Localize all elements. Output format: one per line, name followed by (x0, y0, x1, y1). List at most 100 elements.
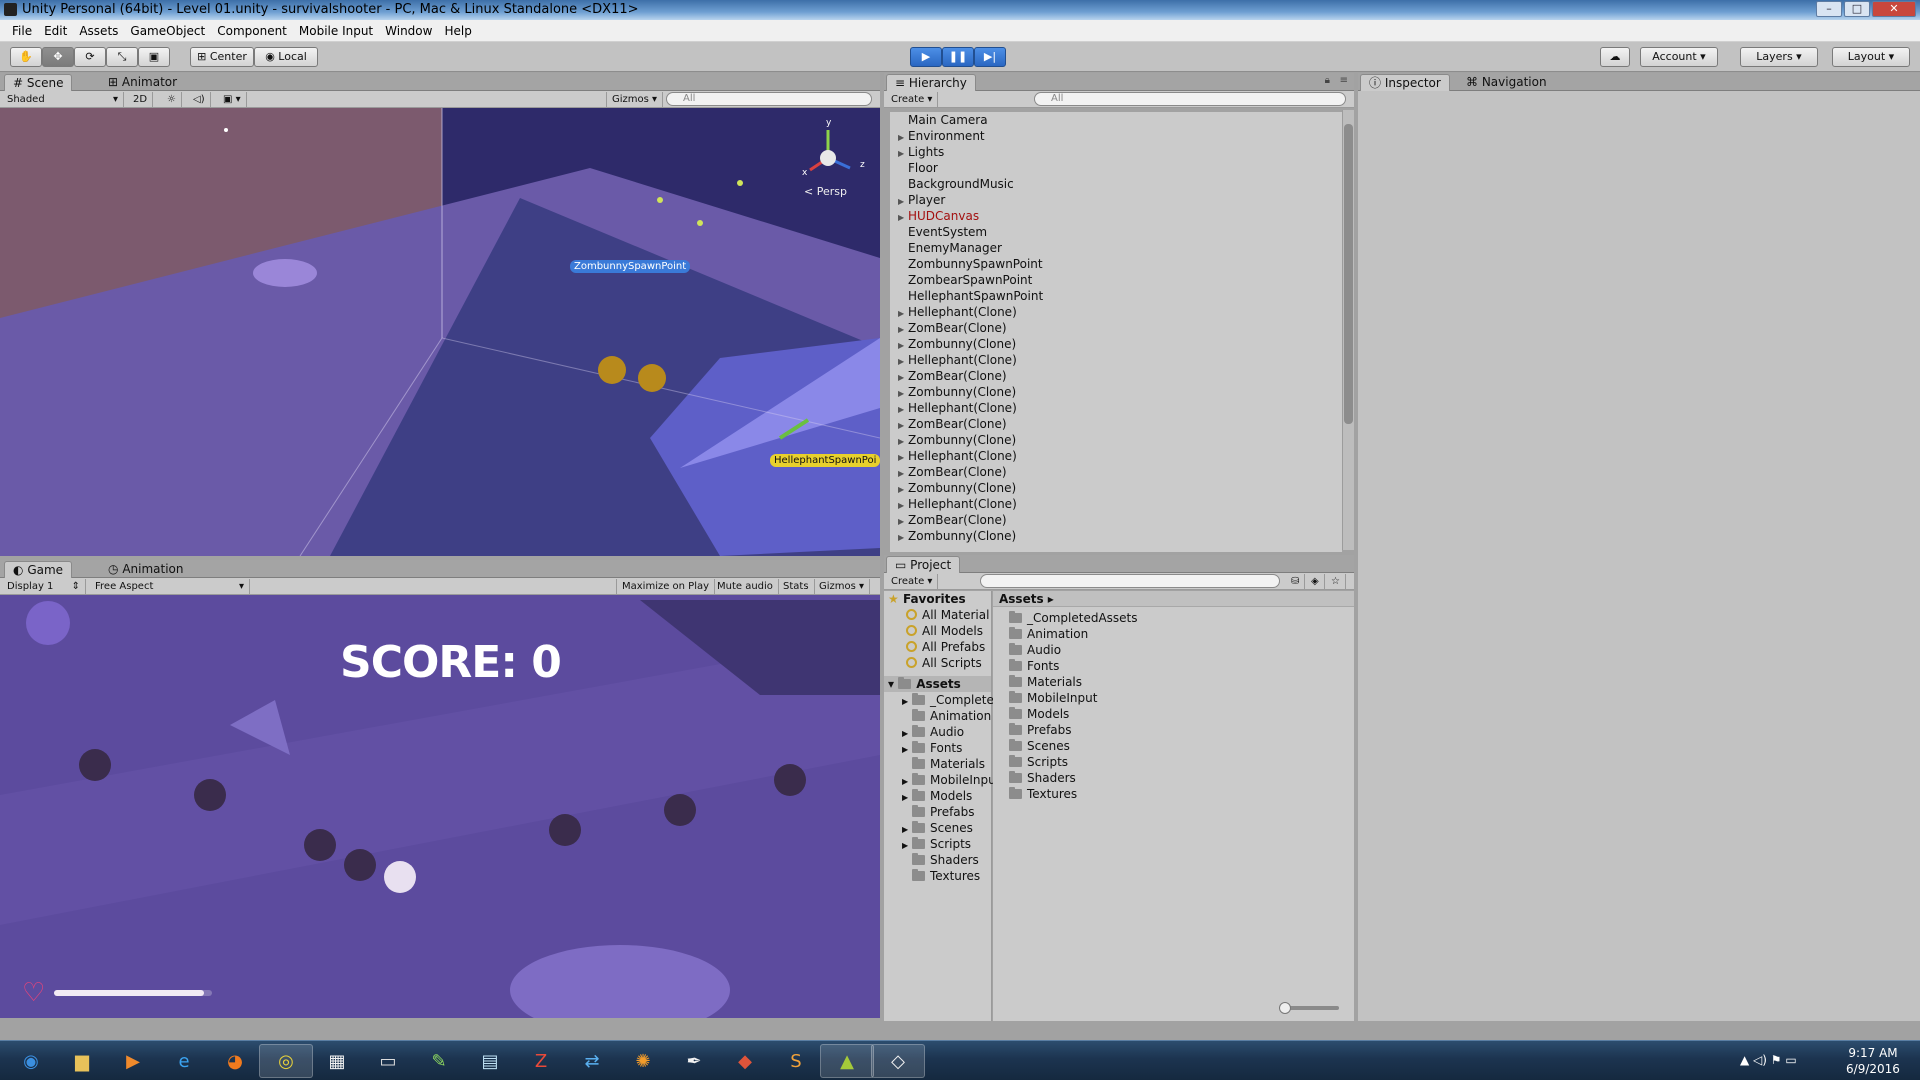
hellephant-spawn-label[interactable]: HellephantSpawnPoi (770, 454, 880, 467)
tab-project[interactable]: ▭ Project (886, 556, 961, 573)
scene-search-input[interactable]: All (666, 92, 872, 106)
menu-gameobject[interactable]: GameObject (124, 24, 211, 38)
layers-dropdown[interactable]: Layers ▾ (1740, 47, 1818, 67)
game-gizmos-dropdown[interactable]: Gizmos ▾ (814, 579, 871, 594)
panel-menu-icon[interactable]: ≡ (1340, 75, 1348, 86)
unity-icon[interactable]: ◇ (871, 1044, 925, 1078)
display-dropdown[interactable]: Display 1 ⇕ (2, 579, 86, 594)
hierarchy-item[interactable]: ▶ ZomBear(Clone) (890, 512, 1342, 528)
hierarchy-item[interactable]: Floor (890, 160, 1342, 176)
menu-file[interactable]: File (6, 24, 38, 38)
hierarchy-item[interactable]: ▶ ZomBear(Clone) (890, 416, 1342, 432)
pivot-center-button[interactable]: ⊞ Center (190, 47, 254, 67)
maximize-button[interactable]: □ (1844, 1, 1870, 17)
menu-component[interactable]: Component (211, 24, 293, 38)
pivot-local-button[interactable]: ◉ Local (254, 47, 318, 67)
hierarchy-item[interactable]: HellephantSpawnPoint (890, 288, 1342, 304)
tree-folder-item[interactable]: Prefabs (884, 804, 991, 820)
rect-tool-icon[interactable]: ▣ (138, 47, 170, 67)
scale-tool-icon[interactable]: ⤡ (106, 47, 138, 67)
asset-folder-item[interactable]: Scripts (1009, 754, 1354, 770)
notepad-plus-icon[interactable]: ✎ (412, 1044, 466, 1078)
game-viewport[interactable]: SCORE: 0 ♡ (0, 595, 880, 1018)
hierarchy-item[interactable]: ▶ ZomBear(Clone) (890, 320, 1342, 336)
media-player-icon[interactable]: ▶ (106, 1044, 160, 1078)
hierarchy-item[interactable]: ▶ Hellephant(Clone) (890, 352, 1342, 368)
favorite-item[interactable]: All Material (884, 607, 991, 623)
tree-folder-item[interactable]: Textures (884, 868, 991, 884)
favorite-item[interactable]: All Models (884, 623, 991, 639)
menu-edit[interactable]: Edit (38, 24, 73, 38)
tab-navigation[interactable]: ⌘ Navigation (1458, 74, 1555, 91)
tab-scene[interactable]: # Scene (4, 74, 73, 91)
sublime-icon[interactable]: S (769, 1044, 823, 1078)
hierarchy-item[interactable]: BackgroundMusic (890, 176, 1342, 192)
apps-grid-icon[interactable]: ▦ (310, 1044, 364, 1078)
hierarchy-item[interactable]: ▶ Zombunny(Clone) (890, 528, 1342, 544)
explorer-icon[interactable]: ▆ (55, 1044, 109, 1078)
step-button[interactable]: ▶| (974, 47, 1006, 67)
stats-toggle[interactable]: Stats (778, 579, 815, 594)
tree-folder-item[interactable]: ▶ Audio (884, 724, 991, 740)
zombunny-spawn-label[interactable]: ZombunnySpawnPoint (570, 260, 691, 273)
tree-folder-item[interactable]: ▶ _Complete (884, 692, 994, 708)
account-dropdown[interactable]: Account ▾ (1640, 47, 1718, 67)
scene-viewport[interactable]: ZombunnySpawnPoint HellephantSpawnPoi y … (0, 108, 880, 556)
internet-explorer-icon[interactable]: e (157, 1044, 211, 1078)
scene-orientation-gizmo[interactable]: y x z < Persp (800, 118, 870, 200)
menu-assets[interactable]: Assets (73, 24, 124, 38)
audio-icon[interactable]: ◁) (188, 92, 211, 107)
asset-folder-item[interactable]: _CompletedAssets (1009, 610, 1354, 626)
filter-label-icon[interactable]: ◈ (1306, 574, 1325, 589)
asset-folder-item[interactable]: Prefabs (1009, 722, 1354, 738)
expand-arrow-icon[interactable]: ▶ (898, 530, 908, 546)
lock-icon[interactable]: 🔒︎ (1325, 75, 1330, 86)
hierarchy-scrollbar[interactable] (1342, 110, 1354, 550)
close-button[interactable]: ✕ (1872, 1, 1916, 17)
maximize-on-play-toggle[interactable]: Maximize on Play (616, 579, 716, 594)
tab-inspector[interactable]: ⓘ Inspector (1360, 74, 1450, 91)
git-icon[interactable]: ◆ (718, 1044, 772, 1078)
scene-gizmos-dropdown[interactable]: Gizmos ▾ (606, 92, 664, 107)
menu-window[interactable]: Window (379, 24, 438, 38)
assets-tree-root[interactable]: ▾ Assets (884, 676, 991, 692)
asset-folder-item[interactable]: Audio (1009, 642, 1354, 658)
tree-folder-item[interactable]: ▶ Fonts (884, 740, 991, 756)
hierarchy-item[interactable]: ZombearSpawnPoint (890, 272, 1342, 288)
asset-folder-item[interactable]: Fonts (1009, 658, 1354, 674)
system-clock[interactable]: 9:17 AM 6/9/2016 (1830, 1045, 1916, 1077)
tree-folder-item[interactable]: Materials (884, 756, 991, 772)
hierarchy-item[interactable]: ▶ Hellephant(Clone) (890, 400, 1342, 416)
hierarchy-search-input[interactable]: All (1034, 92, 1346, 106)
asset-folder-item[interactable]: MobileInput (1009, 690, 1354, 706)
asset-folder-item[interactable]: Animation (1009, 626, 1354, 642)
menu-mobile-input[interactable]: Mobile Input (293, 24, 379, 38)
hierarchy-create-dropdown[interactable]: Create ▾ (886, 92, 939, 107)
favorite-star-icon[interactable]: ☆ (1326, 574, 1346, 589)
hierarchy-item[interactable]: ▶ Hellephant(Clone) (890, 304, 1342, 320)
lighting-icon[interactable]: ☼ (162, 92, 182, 107)
menu-help[interactable]: Help (438, 24, 477, 38)
firefox-icon[interactable]: ◕ (208, 1044, 262, 1078)
hierarchy-scroll-thumb[interactable] (1344, 124, 1353, 424)
tab-animator[interactable]: ⊞ Animator (100, 74, 185, 91)
tab-game[interactable]: ◐ Game (4, 561, 73, 578)
shading-dropdown[interactable]: Shaded ▾ (2, 92, 124, 107)
asset-folder-item[interactable]: Materials (1009, 674, 1354, 690)
pause-button[interactable]: ❚❚ (942, 47, 974, 67)
mode-2d-toggle[interactable]: 2D (128, 92, 154, 107)
rotate-tool-icon[interactable]: ⟳ (74, 47, 106, 67)
mute-audio-toggle[interactable]: Mute audio (712, 579, 779, 594)
assets-breadcrumb[interactable]: Assets ▸ (993, 591, 1354, 607)
hierarchy-item[interactable]: ▶ Zombunny(Clone) (890, 432, 1342, 448)
asset-folder-item[interactable]: Shaders (1009, 770, 1354, 786)
cloud-icon[interactable]: ☁ (1600, 47, 1630, 67)
tree-folder-item[interactable]: ▶ Scripts (884, 836, 991, 852)
filter-type-icon[interactable]: ⛁ (1286, 574, 1306, 589)
start-orb-icon[interactable]: ◉ (4, 1044, 58, 1078)
tree-folder-item[interactable]: Animation (884, 708, 991, 724)
command-prompt-icon[interactable]: ▭ (361, 1044, 415, 1078)
favorite-item[interactable]: All Scripts (884, 655, 991, 671)
system-tray-icons[interactable]: ▲ ◁) ⚑ ▭ (1740, 1053, 1797, 1067)
hierarchy-item[interactable]: Main Camera (890, 112, 1342, 128)
